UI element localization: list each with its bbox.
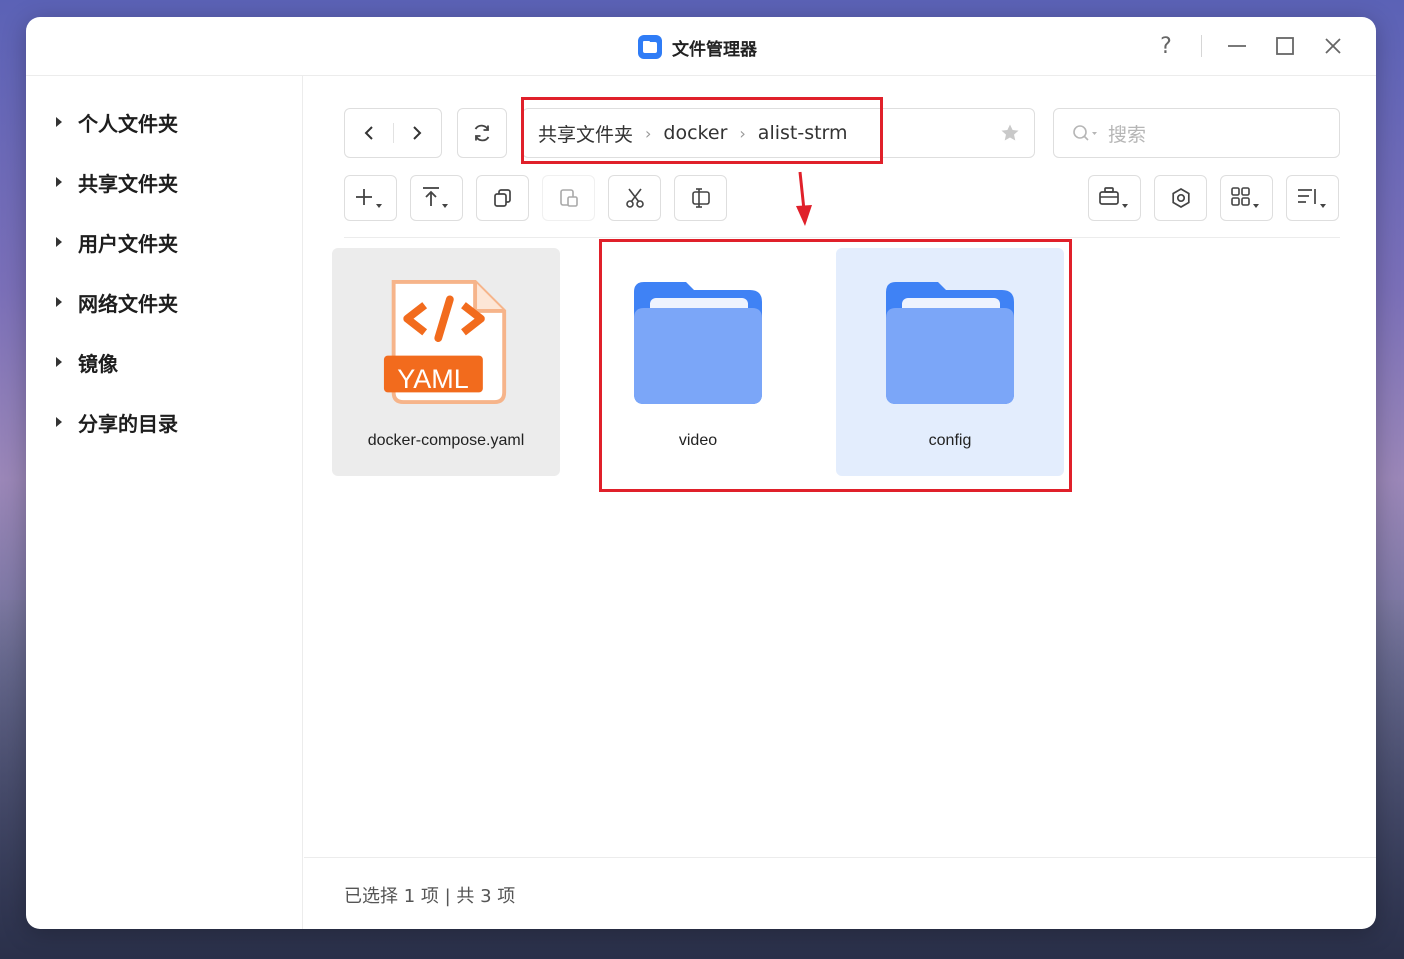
refresh-icon (474, 124, 490, 142)
file-manager-app-icon (638, 35, 662, 59)
plus-dropdown-icon (355, 189, 382, 208)
expand-arrow-icon[interactable] (56, 177, 62, 187)
refresh-button[interactable] (457, 108, 507, 158)
minimize-button[interactable] (1224, 33, 1250, 59)
maximize-icon (1276, 37, 1294, 55)
annotation-arrow-icon (796, 171, 812, 226)
paste-button[interactable] (542, 175, 595, 221)
sort-button[interactable] (1286, 175, 1339, 221)
sidebar-item-label: 分享的目录 (78, 411, 178, 436)
window-title-group: 文件管理器 (638, 35, 757, 60)
copy-button[interactable] (476, 175, 529, 221)
paste-icon (559, 189, 578, 207)
copy-icon (493, 189, 511, 207)
expand-arrow-icon[interactable] (56, 297, 62, 307)
sidebar-item-label: 网络文件夹 (78, 291, 178, 316)
title-bar: 文件管理器 ? (26, 17, 1376, 76)
sidebar-item-label: 镜像 (78, 351, 118, 376)
cut-button[interactable] (608, 175, 661, 221)
upload-button[interactable] (410, 175, 463, 221)
sidebar-item-shared-dirs[interactable]: 分享的目录 (56, 407, 178, 437)
sort-dropdown-icon (1297, 189, 1326, 208)
gear-icon (1171, 188, 1190, 208)
sidebar-item-personal[interactable]: 个人文件夹 (56, 107, 178, 137)
toolbox-dropdown-icon (1098, 187, 1128, 208)
minimize-icon (1228, 45, 1246, 47)
close-button[interactable] (1320, 33, 1346, 59)
search-box[interactable]: 搜索 (1053, 108, 1340, 158)
search-input[interactable]: 搜索 (1108, 120, 1146, 147)
close-icon (1325, 38, 1341, 54)
help-button[interactable]: ? (1153, 33, 1179, 59)
rename-button[interactable] (674, 175, 727, 221)
expand-arrow-icon[interactable] (56, 237, 62, 247)
sidebar-item-image[interactable]: 镜像 (56, 347, 118, 377)
yaml-badge: YAML (397, 364, 469, 394)
sidebar-item-shared[interactable]: 共享文件夹 (56, 167, 178, 197)
back-button[interactable] (345, 109, 393, 157)
controls-divider (1201, 35, 1202, 57)
favorite-star-icon[interactable] (1000, 123, 1020, 143)
sidebar-item-label: 个人文件夹 (78, 111, 178, 136)
annotation-box-folders (599, 239, 1072, 492)
expand-arrow-icon[interactable] (56, 117, 62, 127)
window-title: 文件管理器 (672, 39, 757, 60)
rename-icon (691, 188, 710, 208)
sidebar-item-user[interactable]: 用户文件夹 (56, 227, 178, 257)
settings-button[interactable] (1154, 175, 1207, 221)
grid-view-dropdown-icon (1230, 187, 1259, 208)
toolbar-divider (344, 237, 1340, 238)
window-controls: ? (1153, 33, 1346, 59)
scissors-icon (625, 188, 644, 208)
file-item-yaml[interactable]: YAML docker-compose.yaml (332, 248, 560, 476)
new-button[interactable] (344, 175, 397, 221)
chevron-left-icon (364, 126, 373, 140)
sidebar-item-network[interactable]: 网络文件夹 (56, 287, 178, 317)
selection-status: 已选择 1 项 | 共 3 项 (344, 886, 516, 907)
main-pane: 共享文件夹 › docker › alist-strm 搜索 YAML dock… (304, 76, 1376, 929)
upload-dropdown-icon (422, 187, 448, 208)
status-bar: 已选择 1 项 | 共 3 项 (304, 857, 1376, 929)
view-mode-button[interactable] (1220, 175, 1273, 221)
expand-arrow-icon[interactable] (56, 357, 62, 367)
file-name: docker-compose.yaml (367, 432, 525, 449)
tools-button[interactable] (1088, 175, 1141, 221)
expand-arrow-icon[interactable] (56, 417, 62, 427)
maximize-button[interactable] (1272, 33, 1298, 59)
chevron-right-icon (413, 126, 422, 140)
forward-button[interactable] (393, 109, 441, 157)
sidebar-item-label: 共享文件夹 (78, 171, 178, 196)
nav-buttons (344, 108, 442, 158)
sidebar: 个人文件夹 共享文件夹 用户文件夹 网络文件夹 镜像 分享的目录 (26, 76, 303, 929)
search-icon (1073, 125, 1097, 141)
annotation-box-path (521, 97, 883, 164)
sidebar-item-label: 用户文件夹 (78, 231, 178, 256)
